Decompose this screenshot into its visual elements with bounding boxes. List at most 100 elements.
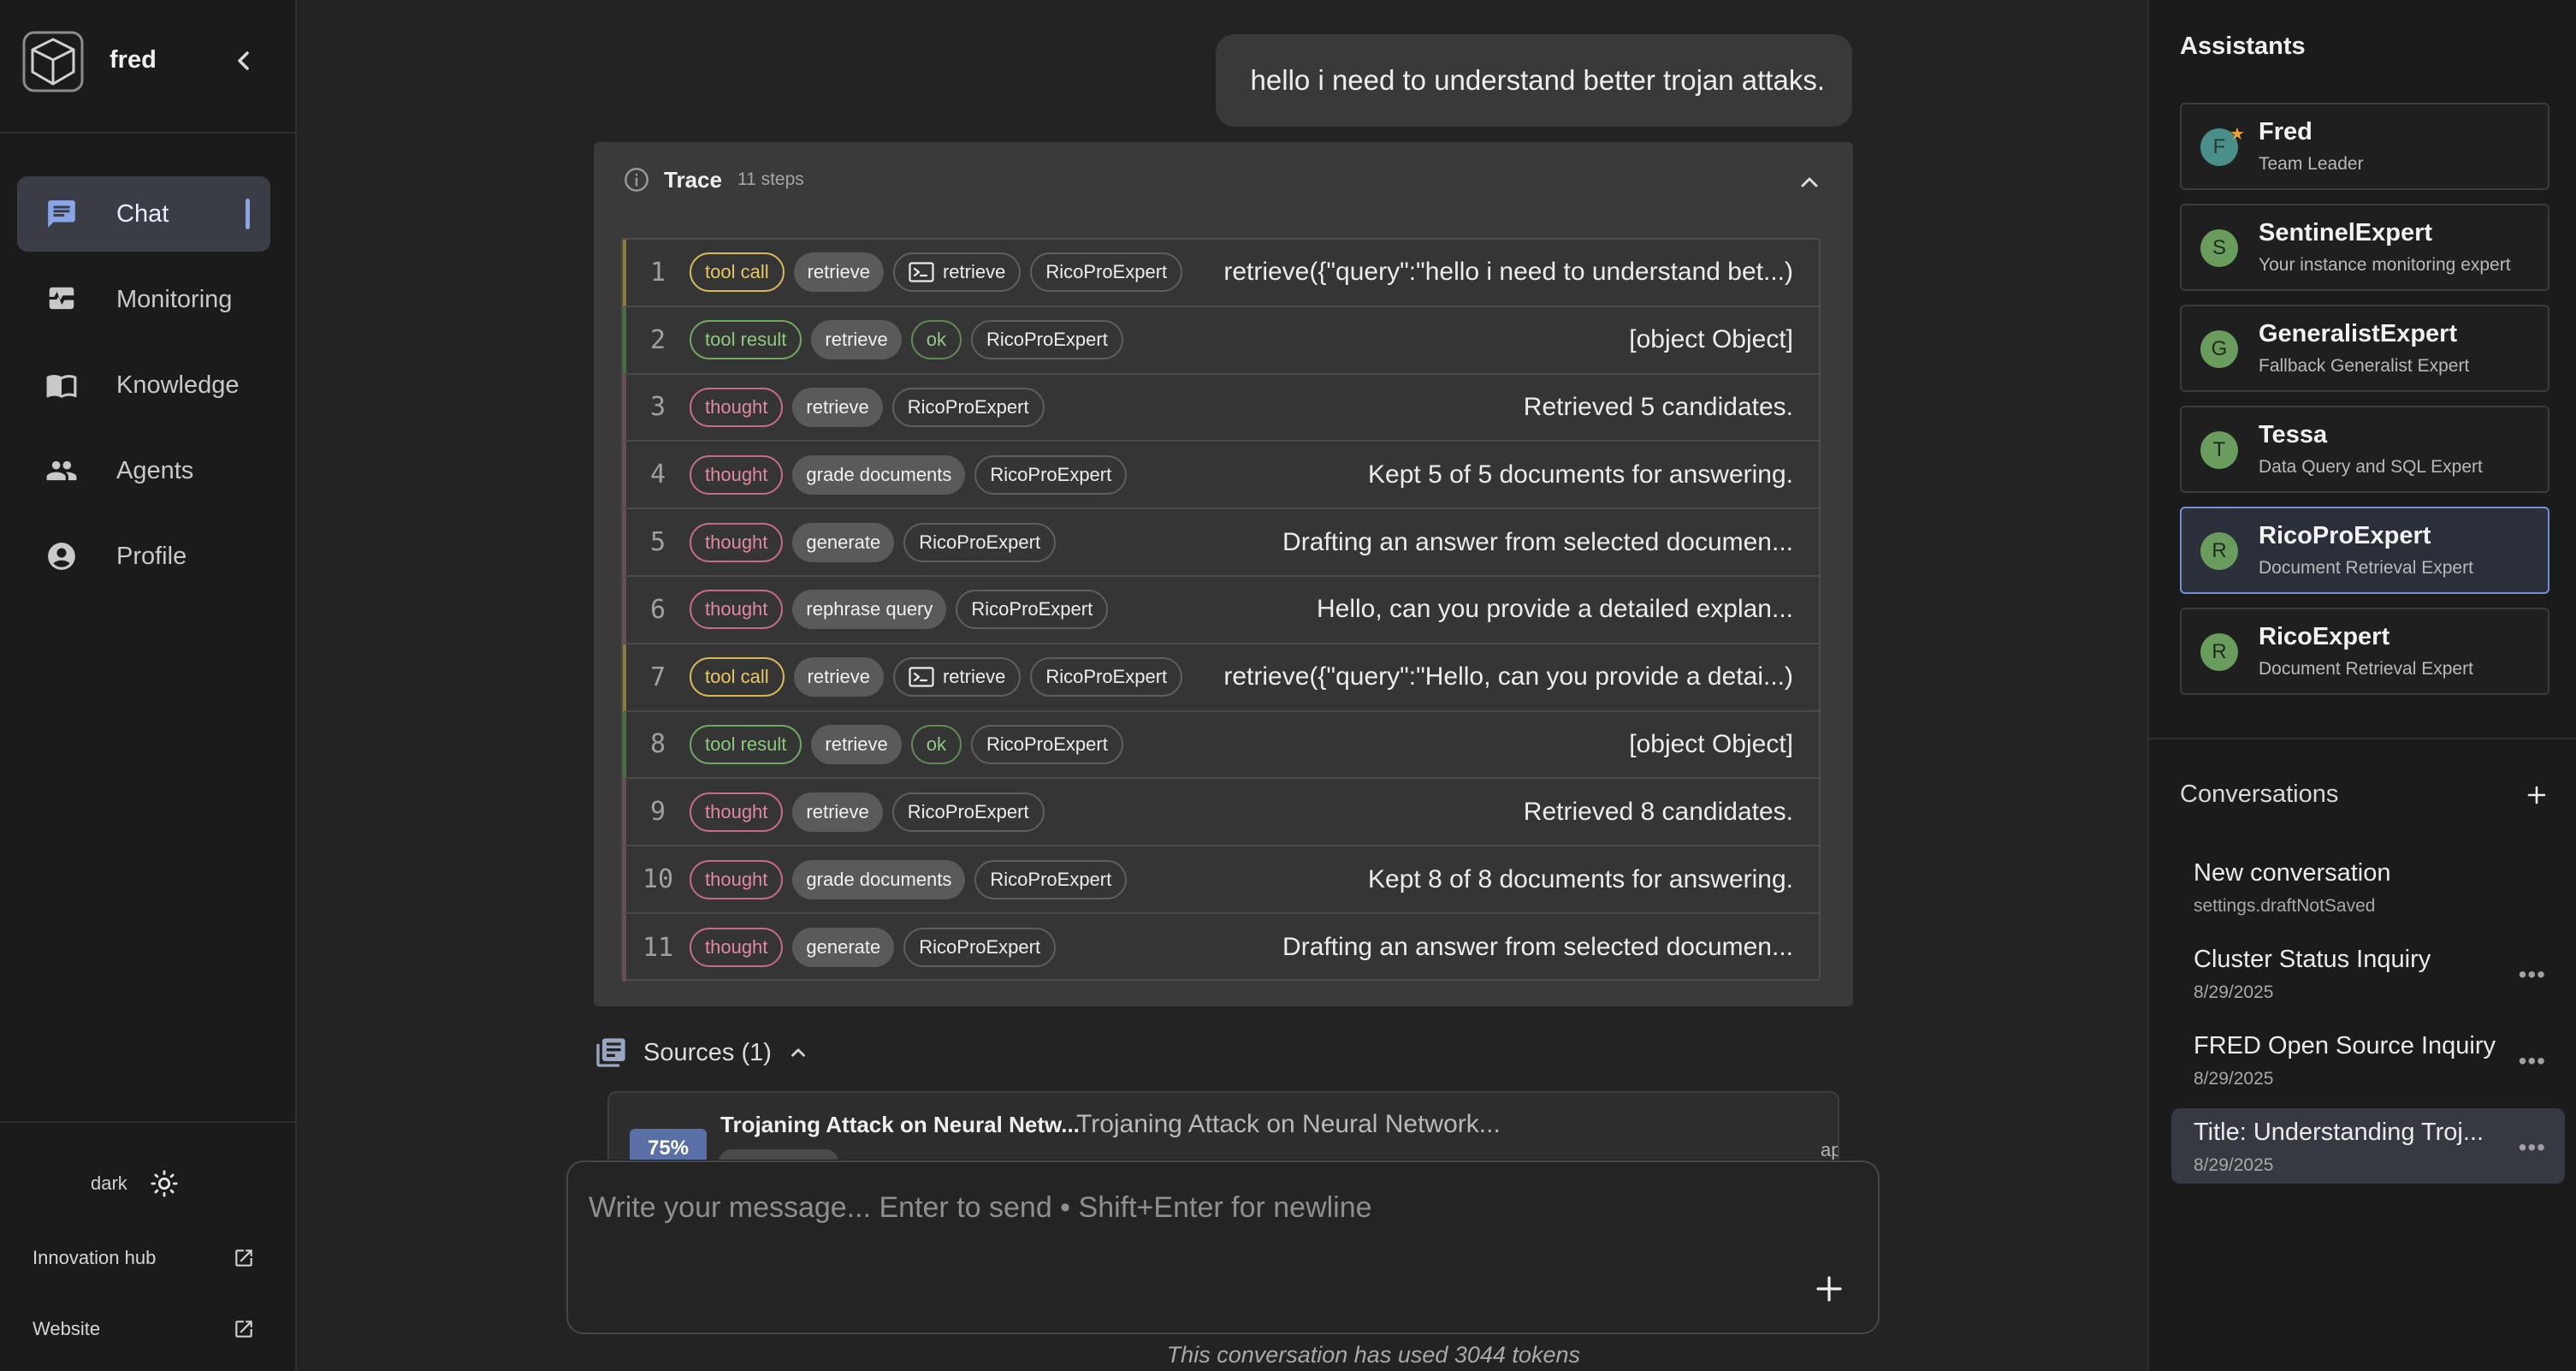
trace-step-row[interactable]: 5 thought generate RicoProExpert Drafting an…	[623, 509, 1819, 577]
conversation-item[interactable]: Cluster Status Inquiry 8/29/2025 •••	[2171, 935, 2565, 1011]
monitoring-icon	[44, 282, 79, 317]
agent-chip: RicoProExpert	[971, 320, 1123, 360]
step-number: 3	[649, 392, 666, 423]
assistant-card-fred[interactable]: F ★ Fred Team Leader	[2180, 103, 2549, 190]
trace-step-row[interactable]: 11 thought generate RicoProExpert Drafting a…	[623, 913, 1819, 982]
node-chip: grade documents	[792, 859, 966, 899]
assistants-title: Assistants	[2180, 33, 2306, 60]
step-chips: tool result retrieve ok RicoProExpert	[690, 320, 1123, 360]
conversation-title: Cluster Status Inquiry	[2194, 946, 2431, 973]
trace-step-row[interactable]: 2 tool result retrieve ok RicoProExpert [obje…	[623, 306, 1819, 375]
more-options-icon[interactable]: •••	[2519, 961, 2546, 988]
link-label: Website	[33, 1318, 101, 1339]
assistant-card-sentinel[interactable]: S SentinelExpert Your instance monitorin…	[2180, 204, 2549, 291]
step-number: 9	[649, 797, 666, 828]
trace-step-row[interactable]: 9 thought retrieve RicoProExpert Retrieved 8…	[623, 779, 1819, 847]
source-card[interactable]: 75% Trojaning Attack on Neural Netw... T…	[607, 1091, 1839, 1160]
collapse-trace-chevron-up-icon[interactable]	[1795, 168, 1824, 197]
step-chips: thought grade documents RicoProExpert	[690, 454, 1128, 495]
theme-toggle[interactable]: dark	[91, 1169, 179, 1198]
sources-header[interactable]: Sources (1)	[594, 1036, 809, 1070]
nav-item-chat[interactable]: Chat	[17, 176, 270, 252]
node-chip: retrieve	[792, 387, 883, 427]
more-options-icon[interactable]: •••	[2519, 1134, 2546, 1161]
avatar: T	[2200, 431, 2238, 469]
assistant-description: Document Retrieval Expert	[2259, 558, 2473, 578]
nav-item-profile[interactable]: Profile	[17, 519, 270, 594]
step-chips: thought rephrase query RicoProExpert	[690, 590, 1109, 630]
website-link[interactable]: Website	[33, 1318, 255, 1340]
theme-label: dark	[91, 1172, 127, 1194]
step-chips: thought generate RicoProExpert	[690, 928, 1057, 968]
user-message-bubble: hello i need to understand better trojan…	[1216, 34, 1852, 127]
assistant-card-tessa[interactable]: T Tessa Data Query and SQL Expert	[2180, 406, 2549, 493]
trace-step-row[interactable]: 7 tool call retrieve retrieve RicoProExpert r…	[623, 644, 1819, 712]
more-options-icon[interactable]: •••	[2519, 1048, 2546, 1075]
assistant-card-ricoproexpert[interactable]: R RicoProExpert Document Retrieval Exper…	[2180, 507, 2549, 594]
assistant-description: Document Retrieval Expert	[2259, 659, 2473, 679]
assistant-card-generalist[interactable]: G GeneralistExpert Fallback Generalist E…	[2180, 305, 2549, 392]
nav-item-monitoring[interactable]: Monitoring	[17, 262, 270, 337]
terminal-icon	[909, 262, 934, 282]
user-message-text: hello i need to understand better trojan…	[1250, 64, 1825, 96]
agent-chip: RicoProExpert	[956, 590, 1109, 630]
trace-step-row[interactable]: 10 thought grade documents RicoProExpert Kep…	[623, 846, 1819, 914]
step-number: 11	[642, 932, 674, 963]
tool-name: retrieve	[942, 261, 1006, 283]
trace-step-row[interactable]: 4 thought grade documents RicoProExpert Kept…	[623, 442, 1819, 510]
trace-step-row[interactable]: 1 tool call retrieve retrieve RicoProExpert r…	[623, 240, 1819, 307]
agent-chip: RicoProExpert	[974, 454, 1128, 495]
step-kind-chip: thought	[690, 928, 784, 968]
assistant-name: RicoProExpert	[2259, 522, 2431, 549]
step-kind-chip: thought	[690, 522, 784, 562]
message-composer[interactable]: Write your message... Enter to send • Sh…	[566, 1160, 1880, 1334]
step-number: 2	[649, 324, 666, 355]
collapse-sidebar-chevron-left-icon[interactable]	[229, 45, 258, 77]
conversation-date: 8/29/2025	[2194, 982, 2274, 1002]
tool-name: retrieve	[942, 666, 1006, 688]
agent-chip: RicoProExpert	[971, 724, 1123, 764]
step-number: 8	[649, 729, 666, 760]
sun-icon[interactable]	[150, 1169, 179, 1198]
assistant-card-ricoexpert[interactable]: R RicoExpert Document Retrieval Expert	[2180, 608, 2549, 695]
step-summary: Retrieved 8 candidates.	[1523, 797, 1793, 826]
assistant-name: GeneralistExpert	[2259, 320, 2458, 347]
new-conversation-plus-icon[interactable]	[2524, 782, 2549, 808]
step-summary: retrieve({"query":"Hello, can you provid…	[1223, 662, 1793, 691]
step-summary: Kept 8 of 8 documents for answering.	[1368, 864, 1793, 893]
assistant-description: Team Leader	[2259, 154, 2364, 174]
trace-step-row[interactable]: 6 thought rephrase query RicoProExpert Hello…	[623, 576, 1819, 644]
step-chips: thought retrieve RicoProExpert	[690, 387, 1045, 427]
source-snippet: Trojaning Attack on Neural Network...	[1076, 1110, 1501, 1138]
right-panel: Assistants F ★ Fred Team Leader S Sentin…	[2147, 0, 2576, 1371]
library-books-icon	[596, 1038, 625, 1067]
trace-step-row[interactable]: 3 thought retrieve RicoProExpert Retrieved 5…	[623, 374, 1819, 442]
step-number: 1	[649, 257, 666, 288]
add-attachment-plus-icon[interactable]	[1811, 1271, 1847, 1307]
trace-step-count: 11 steps	[737, 169, 804, 189]
agent-chip: RicoProExpert	[891, 387, 1045, 427]
assistant-description: Fallback Generalist Expert	[2259, 356, 2470, 376]
message-input-placeholder[interactable]: Write your message... Enter to send • Sh…	[589, 1191, 1372, 1225]
trace-step-row[interactable]: 8 tool result retrieve ok RicoProExpert [obje…	[623, 711, 1819, 780]
trace-header[interactable]: Trace 11 steps	[623, 166, 804, 193]
source-mime-type: application/pdf	[1821, 1139, 1838, 1160]
chat-main: hello i need to understand better trojan…	[299, 0, 2147, 1371]
status-chip: ok	[910, 724, 962, 764]
assistant-name: SentinelExpert	[2259, 219, 2433, 246]
trace-panel: Trace 11 steps 1 tool call retrieve retriev…	[594, 142, 1853, 1006]
conversation-title: New conversation	[2194, 859, 2391, 887]
step-kind-chip: tool call	[690, 252, 785, 293]
node-chip: generate	[792, 928, 895, 968]
nav-item-knowledge[interactable]: Knowledge	[17, 347, 270, 423]
nav-item-agents[interactable]: Agents	[17, 433, 270, 508]
node-chip: retrieve	[811, 724, 902, 764]
conversation-date: 8/29/2025	[2194, 1069, 2274, 1089]
innovation-hub-link[interactable]: Innovation hub	[33, 1247, 255, 1269]
conversation-item[interactable]: New conversation settings.draftNotSaved	[2171, 849, 2565, 924]
chevron-up-icon[interactable]	[787, 1042, 809, 1064]
sources-label: Sources (1)	[643, 1038, 772, 1066]
node-chip: retrieve	[792, 792, 883, 832]
conversation-item-selected[interactable]: Title: Understanding Troj... 8/29/2025 •…	[2171, 1108, 2565, 1184]
conversation-item[interactable]: FRED Open Source Inquiry 8/29/2025 •••	[2171, 1022, 2565, 1097]
